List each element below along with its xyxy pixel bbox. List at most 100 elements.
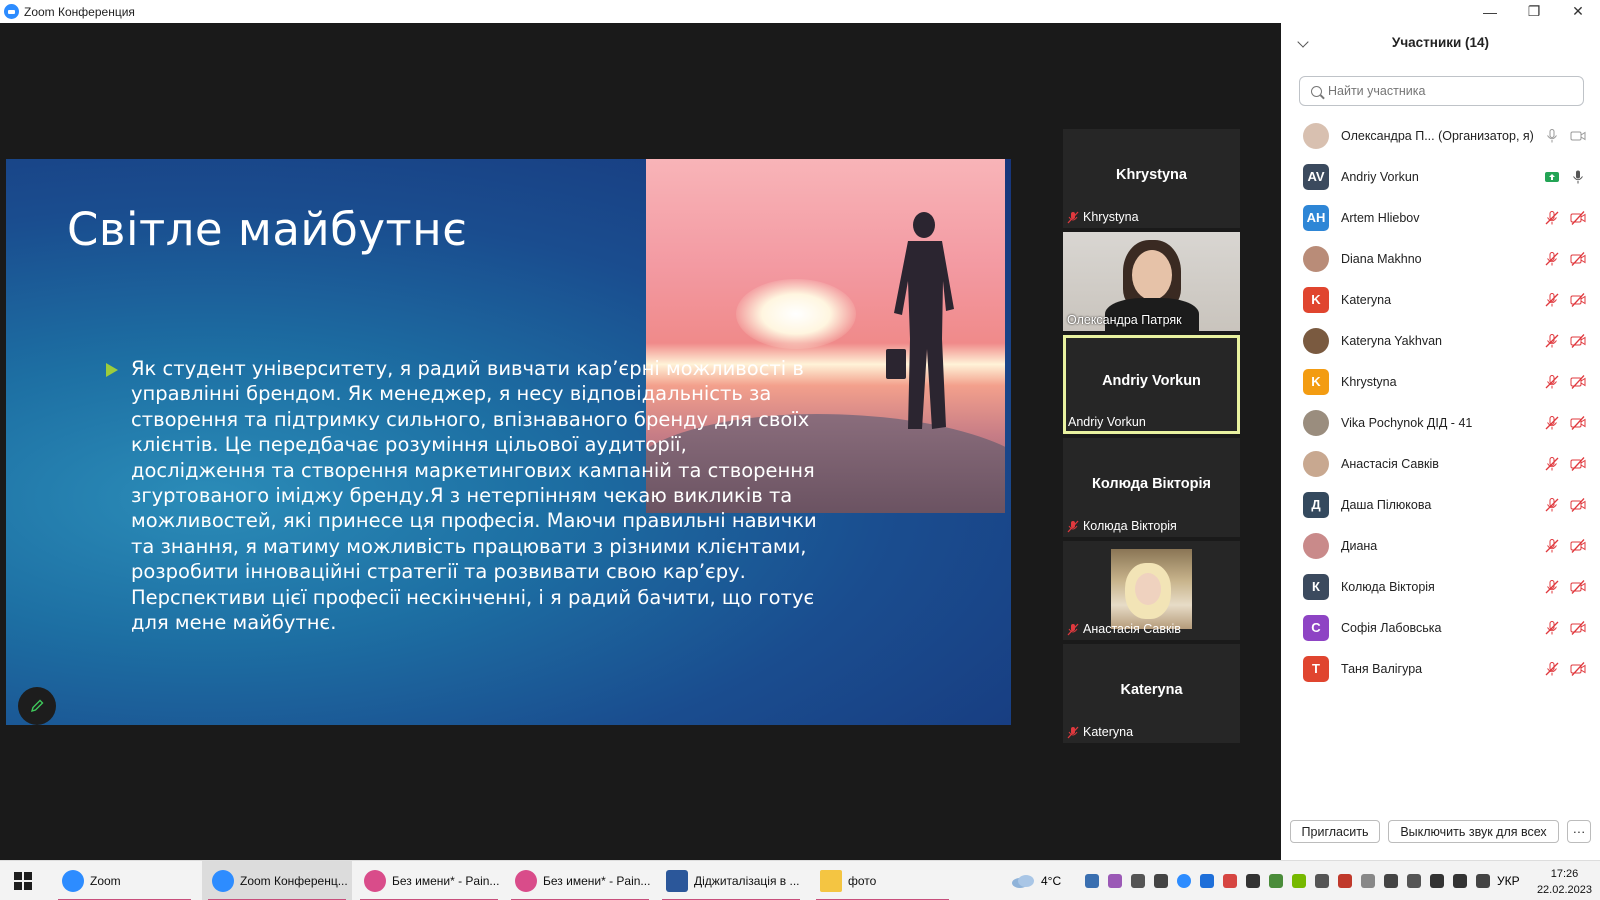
tray-app-icon[interactable] <box>1315 874 1329 888</box>
mic-muted-icon <box>1067 520 1079 532</box>
participant-name: Andriy Vorkun <box>1341 169 1419 184</box>
participant-status-icons[interactable] <box>1544 169 1586 185</box>
participant-status-icons[interactable] <box>1544 497 1586 513</box>
input-language[interactable]: УКР <box>1497 861 1520 900</box>
start-button[interactable] <box>14 861 44 900</box>
video-tile-anastasiia[interactable]: Анастасія Савків <box>1063 541 1240 640</box>
participant-search[interactable] <box>1299 76 1584 106</box>
mic-muted-icon <box>1545 579 1559 593</box>
invite-button[interactable]: Пригласить <box>1290 820 1380 843</box>
title-bar: Zoom Конференция — ❐ ✕ <box>0 0 1600 23</box>
participant-status-icons[interactable] <box>1544 415 1586 431</box>
participant-status-icons[interactable] <box>1544 374 1586 390</box>
participant-status-icons[interactable] <box>1544 210 1586 226</box>
participant-profile-photo <box>1111 549 1192 629</box>
minimize-button[interactable]: — <box>1468 0 1512 23</box>
participant-row[interactable]: AH Artem Hliebov <box>1281 197 1600 238</box>
microphone-icon[interactable] <box>1453 874 1467 888</box>
clock[interactable]: 17:26 22.02.2023 <box>1537 866 1592 898</box>
participant-name: Даша Пілюкова <box>1341 497 1432 512</box>
camera-off-icon <box>1570 579 1586 594</box>
participant-row[interactable]: Diana Makhno <box>1281 238 1600 279</box>
participant-status-icons[interactable] <box>1544 292 1586 308</box>
weather-temp: 4°C <box>1041 874 1062 888</box>
taskbar-app-button[interactable]: Без имени* - Pain... <box>354 861 504 900</box>
camera-off-icon <box>1570 415 1586 430</box>
video-tile-andriy-active-speaker[interactable]: Andriy Vorkun Andriy Vorkun <box>1063 335 1240 434</box>
tile-name: Колюда Вікторія <box>1083 519 1177 533</box>
taskbar-app-button[interactable]: Zoom <box>52 861 197 900</box>
search-input[interactable] <box>1328 84 1578 98</box>
participant-row[interactable]: С Софія Лабовська <box>1281 607 1600 648</box>
participant-row[interactable]: Анастасія Савків <box>1281 443 1600 484</box>
mic-muted-icon <box>1545 333 1559 347</box>
security-shield-icon[interactable] <box>1223 874 1237 888</box>
video-tile-koliuda[interactable]: Колюда Вікторія Колюда Вікторія <box>1063 438 1240 537</box>
participant-row[interactable]: Олександра П... (Организатор, я) <box>1281 115 1600 156</box>
video-tile-kateryna[interactable]: Kateryna Kateryna <box>1063 644 1240 743</box>
participant-avatar-photo <box>1303 122 1329 149</box>
tray-app-icon[interactable] <box>1338 874 1352 888</box>
nvidia-icon[interactable] <box>1292 874 1306 888</box>
participant-status-icons[interactable] <box>1544 661 1586 677</box>
tray-app-icon[interactable] <box>1085 874 1099 888</box>
tray-app-icon[interactable] <box>1131 874 1145 888</box>
search-icon <box>1311 85 1322 97</box>
participant-row[interactable]: Vika Pochynok ДІД - 41 <box>1281 402 1600 443</box>
tray-app-icon[interactable] <box>1108 874 1122 888</box>
tray-app-icon[interactable] <box>1154 874 1168 888</box>
participant-row[interactable]: К Колюда Вікторія <box>1281 566 1600 607</box>
tray-app-icon[interactable] <box>1407 874 1421 888</box>
participant-row[interactable]: Т Таня Валігура <box>1281 648 1600 689</box>
camera-off-icon <box>1570 292 1586 307</box>
battery-icon[interactable] <box>1361 874 1375 888</box>
more-options-button[interactable]: ··· <box>1567 820 1591 843</box>
tray-app-icon[interactable] <box>1269 874 1283 888</box>
panel-header: Участники (14) <box>1281 35 1600 57</box>
participant-status-icons[interactable] <box>1544 579 1586 595</box>
mute-all-button[interactable]: Выключить звук для всех <box>1388 820 1559 843</box>
participant-status-icons[interactable] <box>1544 620 1586 636</box>
camera-icon[interactable] <box>1476 874 1490 888</box>
video-tile-khrystyna[interactable]: Khrystyna Khrystyna <box>1063 129 1240 228</box>
participant-avatar-initials: AV <box>1303 163 1329 190</box>
annotate-pen-button[interactable] <box>18 687 56 725</box>
wifi-icon[interactable] <box>1384 874 1398 888</box>
cloud-icon <box>1012 875 1034 888</box>
participant-row[interactable]: K Khrystyna <box>1281 361 1600 402</box>
restore-button[interactable]: ❐ <box>1512 0 1556 23</box>
mic-on-icon <box>1573 170 1583 183</box>
participant-row[interactable]: Kateryna Yakhvan <box>1281 320 1600 361</box>
mic-muted-icon <box>1545 456 1559 470</box>
participant-status-icons[interactable] <box>1544 538 1586 554</box>
participant-status-icons[interactable] <box>1544 251 1586 267</box>
participant-row[interactable]: K Kateryna <box>1281 279 1600 320</box>
weather-widget[interactable]: 4°C <box>1011 861 1061 900</box>
taskbar-app-button[interactable]: фото <box>810 861 955 900</box>
volume-icon[interactable] <box>1430 874 1444 888</box>
taskbar-app-button[interactable]: Діджиталізація в ... <box>656 861 806 900</box>
taskbar-app-button[interactable]: Zoom Конференц... <box>202 861 352 900</box>
camera-off-icon <box>1570 374 1586 389</box>
participant-avatar-photo <box>1303 450 1329 477</box>
slide-title: Світле майбутнє <box>67 203 468 256</box>
pencil-icon <box>30 699 44 713</box>
participant-avatar-photo <box>1303 409 1329 436</box>
participant-row[interactable]: Диана <box>1281 525 1600 566</box>
participant-row[interactable]: AV Andriy Vorkun <box>1281 156 1600 197</box>
taskbar-app-button[interactable]: Без имени* - Pain... <box>505 861 655 900</box>
participant-status-icons[interactable] <box>1544 333 1586 349</box>
bluetooth-icon[interactable] <box>1200 874 1214 888</box>
participant-name: Диана <box>1341 538 1378 553</box>
participant-status-icons[interactable] <box>1544 456 1586 472</box>
taskbar-app-label: Zoom <box>90 874 121 888</box>
defender-icon[interactable] <box>1246 874 1260 888</box>
participant-name: Kateryna <box>1341 292 1392 307</box>
mic-muted-icon <box>1545 620 1559 634</box>
participant-status-icons[interactable] <box>1544 128 1586 144</box>
participant-row[interactable]: Д Даша Пілюкова <box>1281 484 1600 525</box>
video-tile-oleksandra[interactable]: Олександра Патряк <box>1063 232 1240 331</box>
zoom-tray-icon[interactable] <box>1177 874 1191 888</box>
camera-off-icon <box>1570 497 1586 512</box>
close-button[interactable]: ✕ <box>1556 0 1600 23</box>
